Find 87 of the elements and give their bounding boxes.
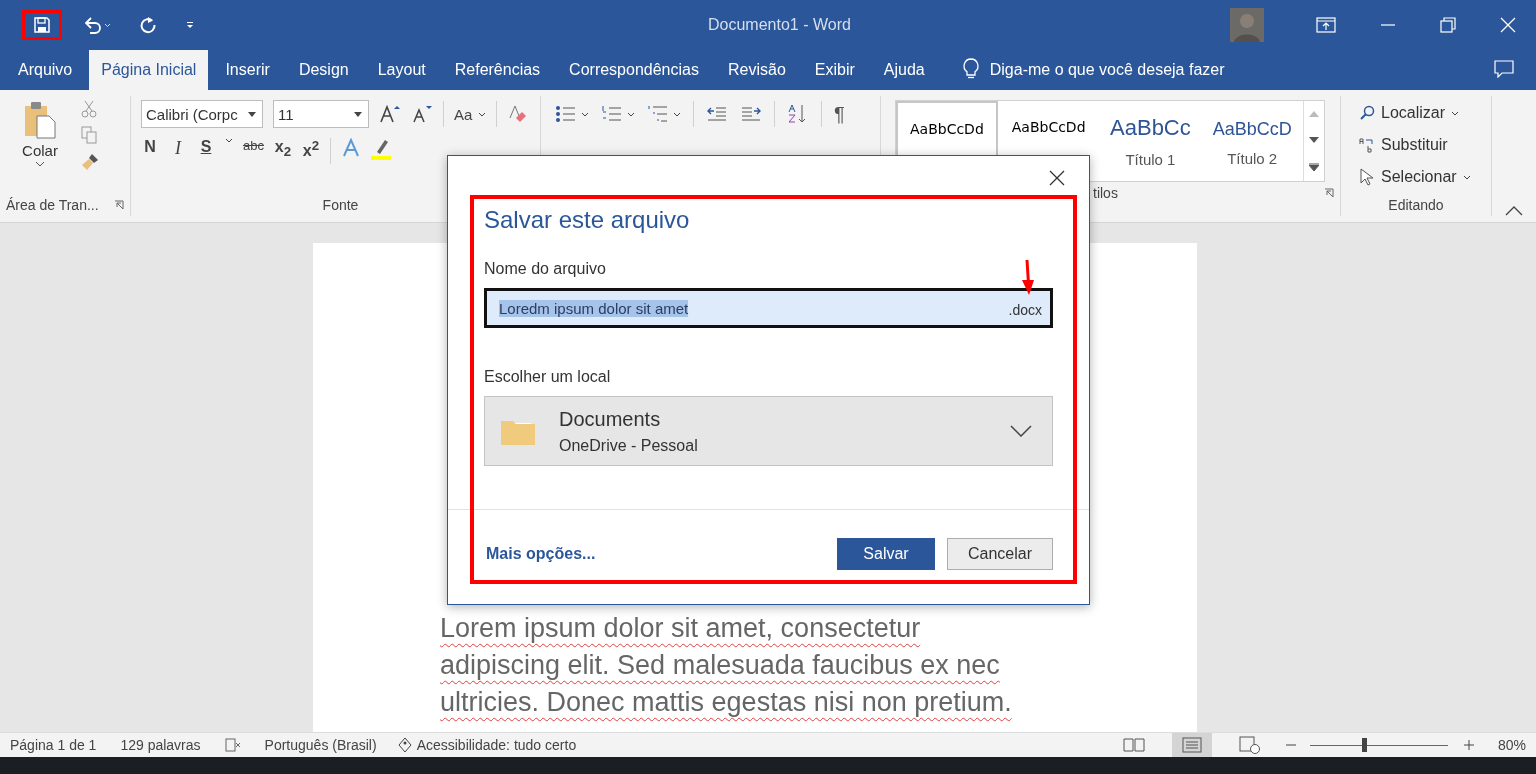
replace-icon: [1359, 137, 1375, 153]
zoom-in-icon[interactable]: [1463, 740, 1474, 750]
group-label: Área de Tran...: [6, 197, 99, 213]
accessibility-status[interactable]: Acessibilidade: tudo certo: [396, 737, 577, 753]
decrease-indent-icon[interactable]: [706, 104, 728, 124]
collapse-ribbon-icon[interactable]: [1505, 206, 1523, 216]
clipboard-icon: [23, 100, 57, 140]
ribbon-tab[interactable]: Arquivo: [6, 50, 85, 90]
ribbon-tab[interactable]: Correspondências: [557, 50, 711, 90]
field-label: Nome do arquivo: [484, 260, 607, 278]
font-size-dropdown[interactable]: 11: [273, 100, 369, 128]
launcher-icon[interactable]: [1324, 188, 1334, 198]
field-label: Escolher um local: [484, 368, 612, 386]
document-text: ultricies. Donec mattis egestas nisi non pretium.: [440, 686, 1013, 719]
tell-me-search[interactable]: Diga-me o que você deseja fazer: [989, 50, 1225, 90]
caret-icon: [354, 111, 362, 117]
document-text: Lorem ipsum dolor sit amet, consectetur: [440, 612, 922, 645]
paste-button[interactable]: Colar: [0, 96, 80, 194]
dialog-title: Salvar este arquivo: [484, 206, 691, 234]
more-icon[interactable]: [1309, 163, 1320, 171]
bullets-icon[interactable]: [555, 104, 589, 124]
launcher-icon[interactable]: [114, 200, 124, 210]
cursor-icon: [1359, 168, 1375, 186]
editing-command[interactable]: Localizar: [1359, 100, 1491, 126]
text-effects-icon[interactable]: [340, 138, 361, 158]
lightbulb-icon: [961, 58, 980, 80]
ribbon-tab[interactable]: Referências: [442, 50, 553, 90]
print-layout-icon[interactable]: [1171, 733, 1212, 757]
shrink-font-icon[interactable]: [411, 104, 433, 124]
editing-command[interactable]: Substituir: [1359, 132, 1491, 158]
save-button[interactable]: Salvar: [837, 538, 935, 570]
format-button[interactable]: x$_{2}$: [273, 138, 292, 160]
style-option[interactable]: AaBbCc Título 1: [1099, 101, 1202, 181]
search-icon: [1359, 105, 1375, 121]
restore-icon[interactable]: [1440, 17, 1456, 33]
change-case-button[interactable]: Aa: [454, 105, 487, 123]
accessibility-icon: [396, 737, 413, 753]
format-button[interactable]: x$^{2}$: [301, 138, 320, 161]
close-icon[interactable]: [1049, 170, 1065, 186]
increase-indent-icon[interactable]: [740, 104, 762, 124]
grow-font-icon[interactable]: [379, 104, 401, 124]
editing-command[interactable]: Selecionar: [1359, 164, 1491, 190]
proofing-icon[interactable]: [224, 738, 241, 752]
group-label: tilos: [1093, 185, 1118, 201]
caret-icon: [35, 161, 45, 167]
ribbon-tab[interactable]: Ajuda: [871, 50, 937, 90]
filename-field[interactable]: Loredm ipsum dolor sit amet .docx: [484, 288, 1053, 328]
format-button[interactable]: abc: [243, 138, 264, 153]
more-options-link[interactable]: Mais opções...: [486, 545, 596, 563]
ribbon-tab[interactable]: Layout: [365, 50, 438, 90]
language-status[interactable]: Português (Brasil): [264, 737, 377, 753]
format-button[interactable]: I: [169, 138, 187, 159]
chevron-down-icon: [1010, 425, 1032, 437]
scissors-icon[interactable]: [80, 100, 98, 118]
font-name-dropdown[interactable]: Calibri (Corpc: [141, 100, 263, 128]
avatar-icon: [1230, 8, 1264, 42]
ribbon-tab[interactable]: Página Inicial: [89, 50, 209, 90]
multilevel-list-icon[interactable]: [647, 104, 681, 124]
ribbon-tab[interactable]: Design: [286, 50, 361, 90]
group-label: Editando: [1388, 197, 1444, 213]
page-count[interactable]: Página 1 de 1: [10, 737, 97, 753]
save-icon[interactable]: [22, 10, 62, 40]
caret-icon: [478, 111, 487, 117]
document-text: adipiscing elit. Sed malesuada faucibus ex nec: [440, 649, 1001, 682]
style-option[interactable]: AaBbCcD Título 2: [1201, 101, 1304, 181]
comment-icon[interactable]: [1494, 60, 1514, 78]
caret-icon[interactable]: [225, 138, 233, 143]
ribbon-tab[interactable]: Exibir: [802, 50, 867, 90]
location-dropdown[interactable]: Documents OneDrive - Pessoal: [484, 396, 1053, 466]
ribbon-tab[interactable]: Revisão: [715, 50, 798, 90]
paintbrush-icon[interactable]: [80, 152, 100, 172]
group-label: Fonte: [322, 197, 359, 213]
window-title: Documento1 - Word: [707, 16, 852, 34]
eraser-icon[interactable]: [507, 104, 528, 124]
caret-icon: [248, 111, 256, 117]
format-button[interactable]: S: [197, 138, 215, 156]
zoom-slider[interactable]: [1309, 738, 1448, 752]
highlighter-icon[interactable]: [370, 138, 391, 160]
show-formatting-button[interactable]: ¶: [834, 102, 845, 126]
style-option[interactable]: AaBbCcDd: [997, 101, 1100, 181]
word-count[interactable]: 129 palavras: [120, 737, 201, 753]
cancel-button[interactable]: Cancelar: [947, 538, 1053, 570]
zoom-level[interactable]: 80%: [1497, 737, 1526, 753]
ribbon-display-icon[interactable]: [1316, 16, 1336, 34]
ribbon-tab[interactable]: Inserir: [213, 50, 282, 90]
format-button[interactable]: N: [141, 138, 159, 156]
scroll-down-icon[interactable]: [1309, 137, 1320, 143]
